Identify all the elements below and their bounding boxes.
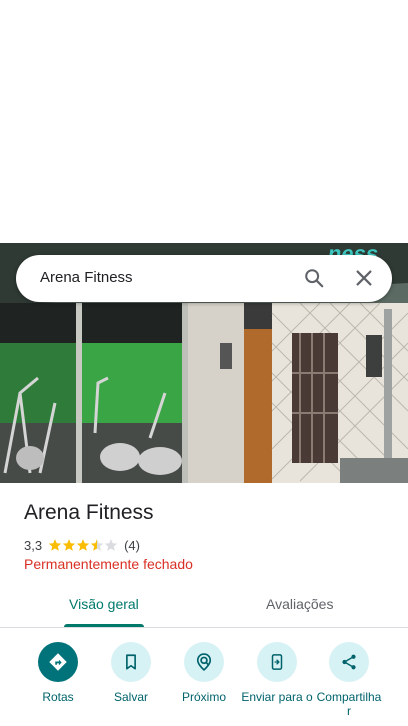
- nearby-button[interactable]: Próximo: [168, 642, 240, 704]
- send-to-phone-button[interactable]: Enviar para o: [241, 642, 313, 704]
- send-to-phone-icon[interactable]: [257, 642, 297, 682]
- search-input[interactable]: Arena Fitness: [40, 269, 133, 286]
- tab-reviews[interactable]: Avaliações: [266, 596, 333, 612]
- bookmark-icon[interactable]: [111, 642, 151, 682]
- nearby-label: Próximo: [181, 690, 226, 704]
- star-icon: [76, 539, 90, 551]
- action-bar: Rotas Salvar Próximo Enviar para o Compa…: [0, 640, 408, 726]
- star-icon: [62, 539, 76, 551]
- tab-active-indicator: [64, 624, 144, 627]
- map-blank-area: [0, 0, 408, 243]
- close-icon[interactable]: [353, 267, 375, 289]
- tab-overview[interactable]: Visão geral: [69, 596, 139, 612]
- save-label: Salvar: [113, 690, 148, 704]
- share-label: Compartilha r: [316, 690, 382, 718]
- tab-bar: Visão geral Avaliações: [0, 584, 408, 628]
- share-button[interactable]: Compartilha r: [313, 642, 385, 718]
- star-empty-icon: [104, 539, 118, 551]
- directions-icon[interactable]: [38, 642, 78, 682]
- share-icon[interactable]: [329, 642, 369, 682]
- rating-row[interactable]: 3,3 (4): [24, 536, 140, 554]
- star-rating: [48, 538, 118, 552]
- place-title: Arena Fitness: [24, 501, 154, 524]
- star-icon: [48, 539, 62, 551]
- star-half-icon: [90, 539, 104, 551]
- status-closed: Permanentemente fechado: [24, 556, 193, 572]
- directions-label: Rotas: [42, 690, 74, 704]
- nearby-icon[interactable]: [184, 642, 224, 682]
- review-count[interactable]: (4): [124, 538, 140, 553]
- search-bar[interactable]: Arena Fitness: [16, 255, 392, 302]
- save-button[interactable]: Salvar: [95, 642, 167, 704]
- rating-value: 3,3: [24, 537, 43, 553]
- search-icon[interactable]: [303, 267, 325, 289]
- directions-button[interactable]: Rotas: [22, 642, 94, 704]
- send-to-phone-label: Enviar para o: [241, 690, 313, 704]
